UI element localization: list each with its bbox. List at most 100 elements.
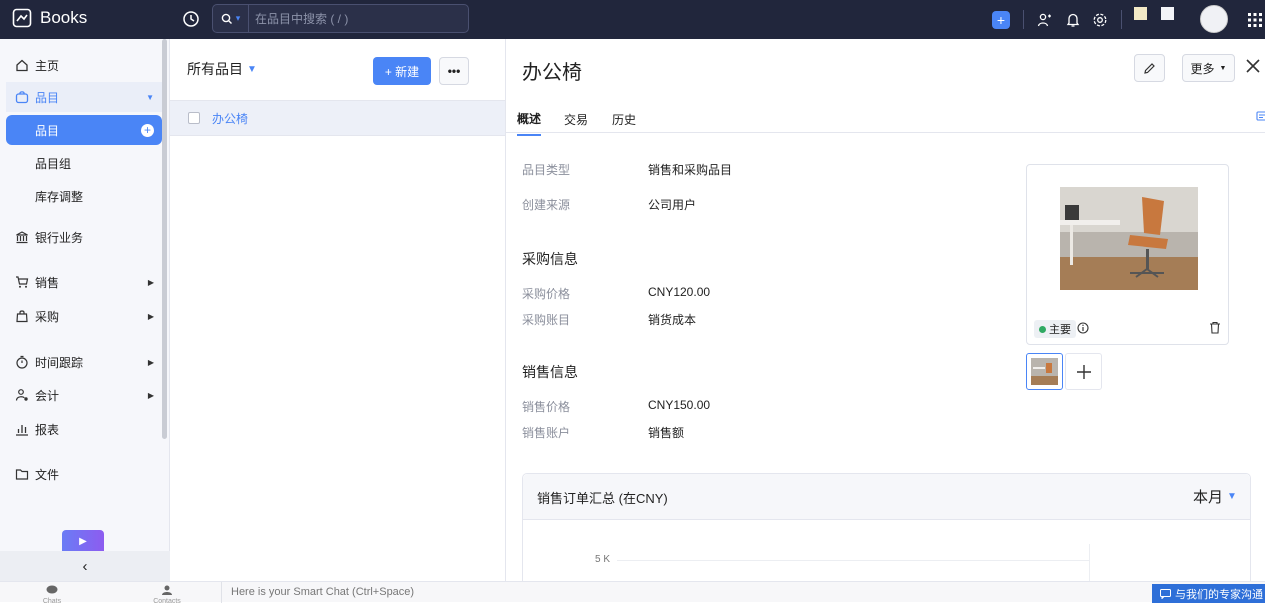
widget-icon-white[interactable] <box>1161 7 1174 20</box>
sidebar-scrollbar[interactable] <box>162 39 167 439</box>
list-view-selector[interactable]: 所有品目 ▼ <box>187 59 257 79</box>
accountant-icon <box>14 387 30 403</box>
chevron-down-icon: ▾ <box>235 13 241 23</box>
new-item-button[interactable]: + 新建 <box>373 57 431 85</box>
app-logo[interactable]: Books <box>12 8 87 28</box>
product-image[interactable] <box>1060 187 1198 290</box>
period-label: 本月 <box>1193 489 1224 506</box>
item-name-link[interactable]: 办公椅 <box>212 110 248 127</box>
field-value-sales-price: CNY150.00 <box>648 398 711 412</box>
field-value-item-type: 销售和采购品目 <box>648 163 733 177</box>
sidebar-item-label: 主页 <box>35 58 60 73</box>
talk-to-expert-button[interactable]: 与我们的专家沟通 <box>1152 584 1265 603</box>
field-label-sales-price: 销售价格 <box>522 400 571 414</box>
sidebar-item-label: 报表 <box>35 422 60 437</box>
comment-icon[interactable] <box>1256 111 1265 126</box>
table-row[interactable]: 办公椅 <box>170 100 505 136</box>
sidebar-item-sales[interactable]: 销售 ▶ <box>6 267 162 297</box>
period-selector[interactable]: 本月 ▼ <box>1193 486 1237 507</box>
field-label-sales-account: 销售账户 <box>522 426 571 440</box>
chevron-right-icon: ▶ <box>147 390 154 400</box>
sidebar-item-items-group[interactable]: 品目 ▼ <box>6 82 162 112</box>
shopping-bag-icon <box>14 308 30 324</box>
image-thumbnail[interactable] <box>1026 353 1063 390</box>
add-item-icon[interactable]: + <box>141 123 154 137</box>
sales-info-heading: 销售信息 <box>522 364 578 380</box>
users-icon[interactable] <box>1037 0 1053 39</box>
search-icon[interactable]: ▾ <box>213 5 249 32</box>
search-input[interactable] <box>249 11 449 26</box>
sidebar-item-purchases[interactable]: 采购 ▶ <box>6 301 162 331</box>
sidebar-item-item-groups[interactable]: 品目组 <box>6 148 162 178</box>
chats-button[interactable]: Chats <box>40 584 64 606</box>
chevron-down-icon: ▼ <box>146 92 154 102</box>
smart-chat-input[interactable]: Here is your Smart Chat (Ctrl+Space) <box>231 586 414 598</box>
sidebar-item-items[interactable]: 品目 + <box>6 115 162 145</box>
tab-divider <box>506 132 1265 133</box>
sidebar-item-documents[interactable]: 文件 <box>6 459 162 489</box>
sidebar-item-label: 会计 <box>35 388 60 403</box>
bag-icon <box>14 89 30 105</box>
cart-icon <box>14 274 30 290</box>
chevron-right-icon: ▶ <box>147 277 154 287</box>
sidebar-item-label: 采购 <box>35 309 60 324</box>
sidebar-item-label: 银行业务 <box>35 230 84 245</box>
chevron-right-icon: ▶ <box>147 311 154 321</box>
chats-label: Chats <box>42 598 62 605</box>
more-options-icon[interactable]: ••• <box>439 57 469 85</box>
search-box[interactable]: ▾ <box>212 4 469 33</box>
close-icon[interactable] <box>1245 58 1261 77</box>
field-value-created-source: 公司用户 <box>648 198 697 212</box>
folder-icon <box>14 466 30 482</box>
check-circle-icon <box>1039 325 1046 333</box>
sidebar-item-label: 品目 <box>35 90 60 105</box>
item-list-pane: 所有品目 ▼ + 新建 ••• 办公椅 <box>170 39 506 581</box>
more-button[interactable]: 更多 ▼ <box>1182 54 1235 82</box>
bell-icon[interactable] <box>1065 0 1081 39</box>
add-image-button[interactable] <box>1065 353 1102 390</box>
tab-history[interactable]: 历史 <box>612 111 636 128</box>
row-checkbox[interactable] <box>188 112 200 124</box>
contacts-button[interactable]: Contacts <box>150 584 184 606</box>
chevron-down-icon: ▼ <box>1227 491 1237 502</box>
sidebar-item-label: 品目组 <box>35 156 72 171</box>
sidebar-item-time-tracking[interactable]: 时间跟踪 ▶ <box>6 347 162 377</box>
sidebar-item-accountant[interactable]: 会计 ▶ <box>6 380 162 410</box>
person-icon <box>162 585 172 595</box>
field-label-purchase-account: 采购账目 <box>522 313 571 327</box>
history-icon[interactable] <box>181 9 201 29</box>
divider <box>1023 10 1024 29</box>
plus-icon <box>1076 364 1091 379</box>
pencil-icon <box>1144 62 1155 74</box>
more-label: 更多 <box>1190 61 1215 76</box>
widget-icon-yellow[interactable] <box>1134 7 1147 20</box>
quick-create-button[interactable]: + <box>992 0 1010 39</box>
divider <box>221 582 222 603</box>
collapse-sidebar-button[interactable]: ‹ <box>0 551 170 581</box>
contacts-label: Contacts <box>153 598 181 605</box>
apps-grid-icon[interactable] <box>1248 0 1262 39</box>
sidebar-item-banking[interactable]: 银行业务 <box>6 222 162 252</box>
video-tutorial-icon[interactable]: ▶ <box>62 530 104 552</box>
gear-icon[interactable] <box>1092 0 1108 39</box>
field-label-item-type: 品目类型 <box>522 163 571 177</box>
chart-divider <box>1089 544 1090 581</box>
info-icon[interactable] <box>1077 322 1089 337</box>
bar-chart-icon <box>14 421 30 437</box>
summary-title: 销售订单汇总 (在CNY) <box>537 491 668 506</box>
sidebar-item-label: 销售 <box>35 275 60 290</box>
item-image-card: 主要 <box>1026 164 1229 345</box>
sidebar-item-label: 库存调整 <box>35 189 84 204</box>
chat-bubble-icon <box>46 585 58 594</box>
sidebar-item-inventory-adjustments[interactable]: 库存调整 <box>6 181 162 211</box>
sidebar-item-home[interactable]: 主页 <box>6 50 162 80</box>
field-label-created-source: 创建来源 <box>522 198 571 212</box>
chevron-down-icon: ▼ <box>247 63 257 75</box>
tab-transactions[interactable]: 交易 <box>564 111 588 128</box>
avatar[interactable] <box>1200 5 1228 33</box>
trash-icon[interactable] <box>1209 321 1221 337</box>
sidebar-item-reports[interactable]: 报表 <box>6 414 162 444</box>
edit-button[interactable] <box>1134 54 1165 82</box>
y-tick-label: 5 K <box>595 554 611 565</box>
chart-gridline <box>617 560 1089 561</box>
